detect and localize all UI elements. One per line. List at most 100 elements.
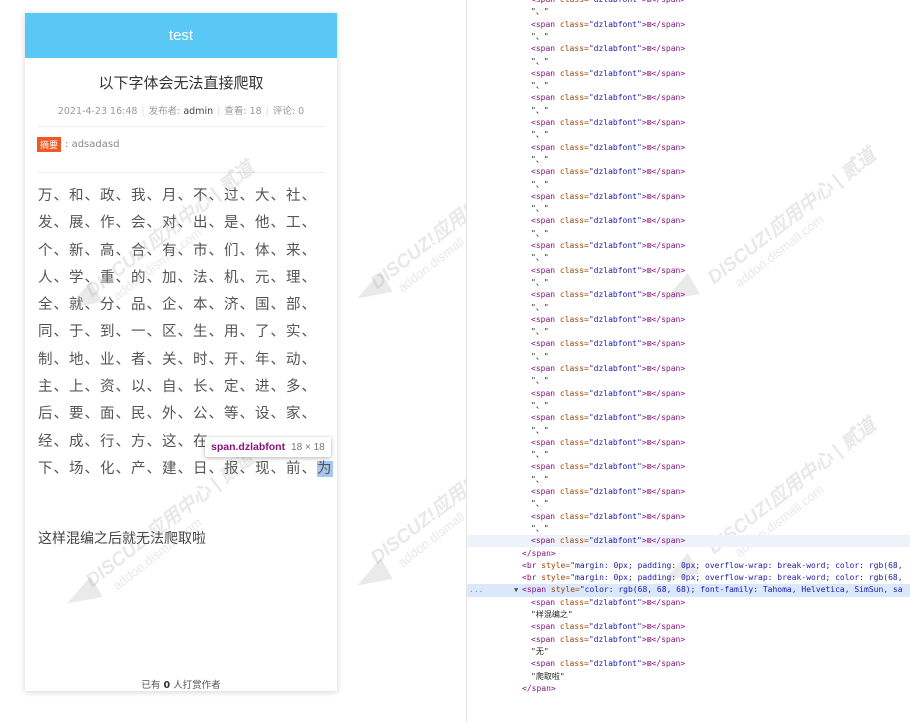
dom-tree-line[interactable]: <br style="margin: 0px; padding: 0px; ov… (467, 560, 910, 572)
dom-tree-code: <span class="dzlabfont">⊠</span> (531, 68, 685, 80)
dom-tree-line[interactable]: <span class="dzlabfont">⊠</span> (467, 68, 910, 80)
dom-tree-code: "、" (531, 425, 549, 437)
dom-tree-line[interactable]: <span style="color: rgb(68, 68, 68); fon… (467, 584, 910, 597)
dom-tree-line[interactable]: "、" (467, 31, 910, 43)
attr-value: "dzlabfont" (588, 216, 642, 226)
dom-tree-line[interactable]: <span class="dzlabfont">⊠</span> (467, 363, 910, 375)
expand-arrow-icon[interactable]: ▼ (514, 584, 518, 596)
dom-tree-line[interactable]: "、" (467, 425, 910, 437)
dom-tree-line[interactable]: <span class="dzlabfont">⊠</span> (467, 142, 910, 154)
attr-name: style= (550, 585, 580, 595)
dom-tree-line[interactable]: <span class="dzlabfont">⊠</span> (467, 388, 910, 400)
dom-tree-line[interactable]: <span class="dzlabfont">⊠</span> (467, 92, 910, 104)
attr-value: "dzlabfont" (588, 142, 642, 152)
tag-close: </span> (522, 683, 556, 693)
dom-tree-line[interactable]: "、" (467, 400, 910, 412)
highlighted-char[interactable]: 为 (317, 460, 333, 477)
attr-name: class= (559, 462, 589, 472)
dom-tree-line[interactable]: "、" (467, 203, 910, 215)
dom-tree-line[interactable]: "、" (467, 449, 910, 461)
publisher-link[interactable]: admin (183, 106, 213, 117)
tag-close: </span> (522, 548, 556, 558)
dom-tree-line[interactable]: "、" (467, 277, 910, 289)
dom-tree-line[interactable]: <span class="dzlabfont">⊠</span> (467, 314, 910, 326)
dom-tree-line[interactable]: "、" (467, 105, 910, 117)
dom-tree-line[interactable]: "样混编之" (467, 609, 910, 621)
text-node: "、" (531, 204, 549, 214)
dom-tree-line[interactable]: "、" (467, 326, 910, 338)
dom-tree-line[interactable]: "、" (467, 498, 910, 510)
dom-tree-line[interactable]: "、" (467, 179, 910, 191)
dom-tree-line[interactable]: <span class="dzlabfont">⊠</span> (467, 265, 910, 277)
dom-tree-line[interactable]: <span class="dzlabfont">⊠</span> (467, 634, 910, 646)
dom-tree-code: "、" (531, 105, 549, 117)
dom-tree-line[interactable]: <span class="dzlabfont">⊠</span> (467, 215, 910, 227)
dom-tree-line[interactable]: "、" (467, 154, 910, 166)
dom-tree-code: "、" (531, 154, 549, 166)
dom-tree-line[interactable]: <br style="margin: 0px; padding: 0px; ov… (467, 572, 910, 584)
dom-tree-line[interactable]: <span class="dzlabfont">⊠</span> (467, 486, 910, 498)
attr-name: class= (559, 191, 589, 201)
dom-tree-code: </span> (522, 548, 556, 560)
dom-tree-line[interactable]: "、" (467, 252, 910, 264)
dom-tree-line[interactable]: "爬取啦" (467, 671, 910, 683)
dom-tree-line[interactable]: "、" (467, 523, 910, 535)
tag-content: >⊠</span> (641, 314, 686, 324)
dom-tree-code: <span class="dzlabfont">⊠</span> (531, 634, 685, 646)
dom-tree-line[interactable]: "无" (467, 646, 910, 658)
dom-tree-line[interactable]: "、" (467, 375, 910, 387)
dom-tree-line[interactable]: "、" (467, 302, 910, 314)
dom-tree-line[interactable]: <span class="dzlabfont">⊠</span> (467, 19, 910, 31)
dom-tree-line[interactable]: <span class="dzlabfont">⊠</span> (467, 338, 910, 350)
dom-tree-code: "、" (531, 6, 549, 18)
attr-name: class= (559, 622, 589, 632)
char-line: 发、展、作、会、对、出、是、他、工、 (38, 215, 317, 232)
attr-name: class= (559, 511, 589, 521)
dom-tree-line[interactable]: <span class="dzlabfont">⊠</span> (467, 43, 910, 55)
dom-tree-line[interactable]: "、" (467, 351, 910, 363)
dom-tree-line[interactable]: "、" (467, 80, 910, 92)
tag-content: >⊠</span> (641, 142, 686, 152)
dom-tree-code: <span class="dzlabfont">⊠</span> (531, 43, 685, 55)
devtools-elements-panel[interactable]: DISCUZ!应用中心 | 贰道 addon.dismall.com DISCUZ… (467, 0, 910, 722)
dom-tree-line[interactable]: <span class="dzlabfont">⊠</span> (467, 597, 910, 609)
after-text: 这样混编之后就无法爬取啦 (38, 531, 206, 547)
dom-tree-code: <span class="dzlabfont">⊠</span> (531, 597, 685, 609)
dom-tree-code: "爬取啦" (531, 671, 565, 683)
text-node: "、" (531, 523, 549, 533)
dom-tree-code: <span class="dzlabfont">⊠</span> (531, 437, 685, 449)
dom-tree-line[interactable]: </span> (467, 548, 910, 560)
dom-tree-line[interactable]: <span class="dzlabfont">⊠</span> (467, 117, 910, 129)
attr-name: class= (559, 118, 589, 127)
dom-tree-line[interactable]: <span class="dzlabfont">⊠</span> (467, 621, 910, 633)
dom-tree-line[interactable]: "、" (467, 474, 910, 486)
tag-open: <span (531, 511, 556, 521)
dom-tree-code: "、" (531, 228, 549, 240)
tag-open: <span (531, 191, 556, 201)
dom-tree-line[interactable]: <span class="dzlabfont">⊠</span> (467, 535, 910, 548)
dom-tree-code: <span class="dzlabfont">⊠</span> (531, 486, 685, 498)
text-node: "、" (531, 376, 549, 386)
text-node: "、" (531, 253, 549, 263)
dom-tree-line[interactable]: </span> (467, 683, 910, 695)
tag-content: >⊠</span> (641, 290, 686, 300)
tag-open: <span (522, 585, 547, 595)
dom-tree-line[interactable]: <span class="dzlabfont">⊠</span> (467, 461, 910, 473)
dom-tree-line[interactable]: <span class="dzlabfont">⊠</span> (467, 511, 910, 523)
article-title: 以下字体会无法直接爬取 (98, 74, 264, 92)
dom-tree-line[interactable]: <span class="dzlabfont">⊠</span> (467, 240, 910, 252)
dom-tree-line[interactable]: <span class="dzlabfont">⊠</span> (467, 412, 910, 424)
dom-tree-line[interactable]: <span class="dzlabfont">⊠</span> (467, 658, 910, 670)
dom-tree-line[interactable]: <span class="dzlabfont">⊠</span> (467, 166, 910, 178)
dom-tree-line[interactable]: "、" (467, 228, 910, 240)
dom-tree-line[interactable]: <span class="dzlabfont">⊠</span> (467, 437, 910, 449)
tag-open: <span (531, 597, 556, 607)
more-options-icon[interactable]: ... (469, 584, 483, 596)
dom-tree-line[interactable]: <span class="dzlabfont">⊠</span> (467, 289, 910, 301)
dom-tree-line[interactable]: "、" (467, 6, 910, 18)
attr-name: class= (559, 388, 589, 398)
dom-tree-line[interactable]: "、" (467, 56, 910, 68)
dom-tree-line[interactable]: "、" (467, 129, 910, 141)
tag-open: <span (531, 462, 556, 472)
dom-tree-line[interactable]: <span class="dzlabfont">⊠</span> (467, 191, 910, 203)
